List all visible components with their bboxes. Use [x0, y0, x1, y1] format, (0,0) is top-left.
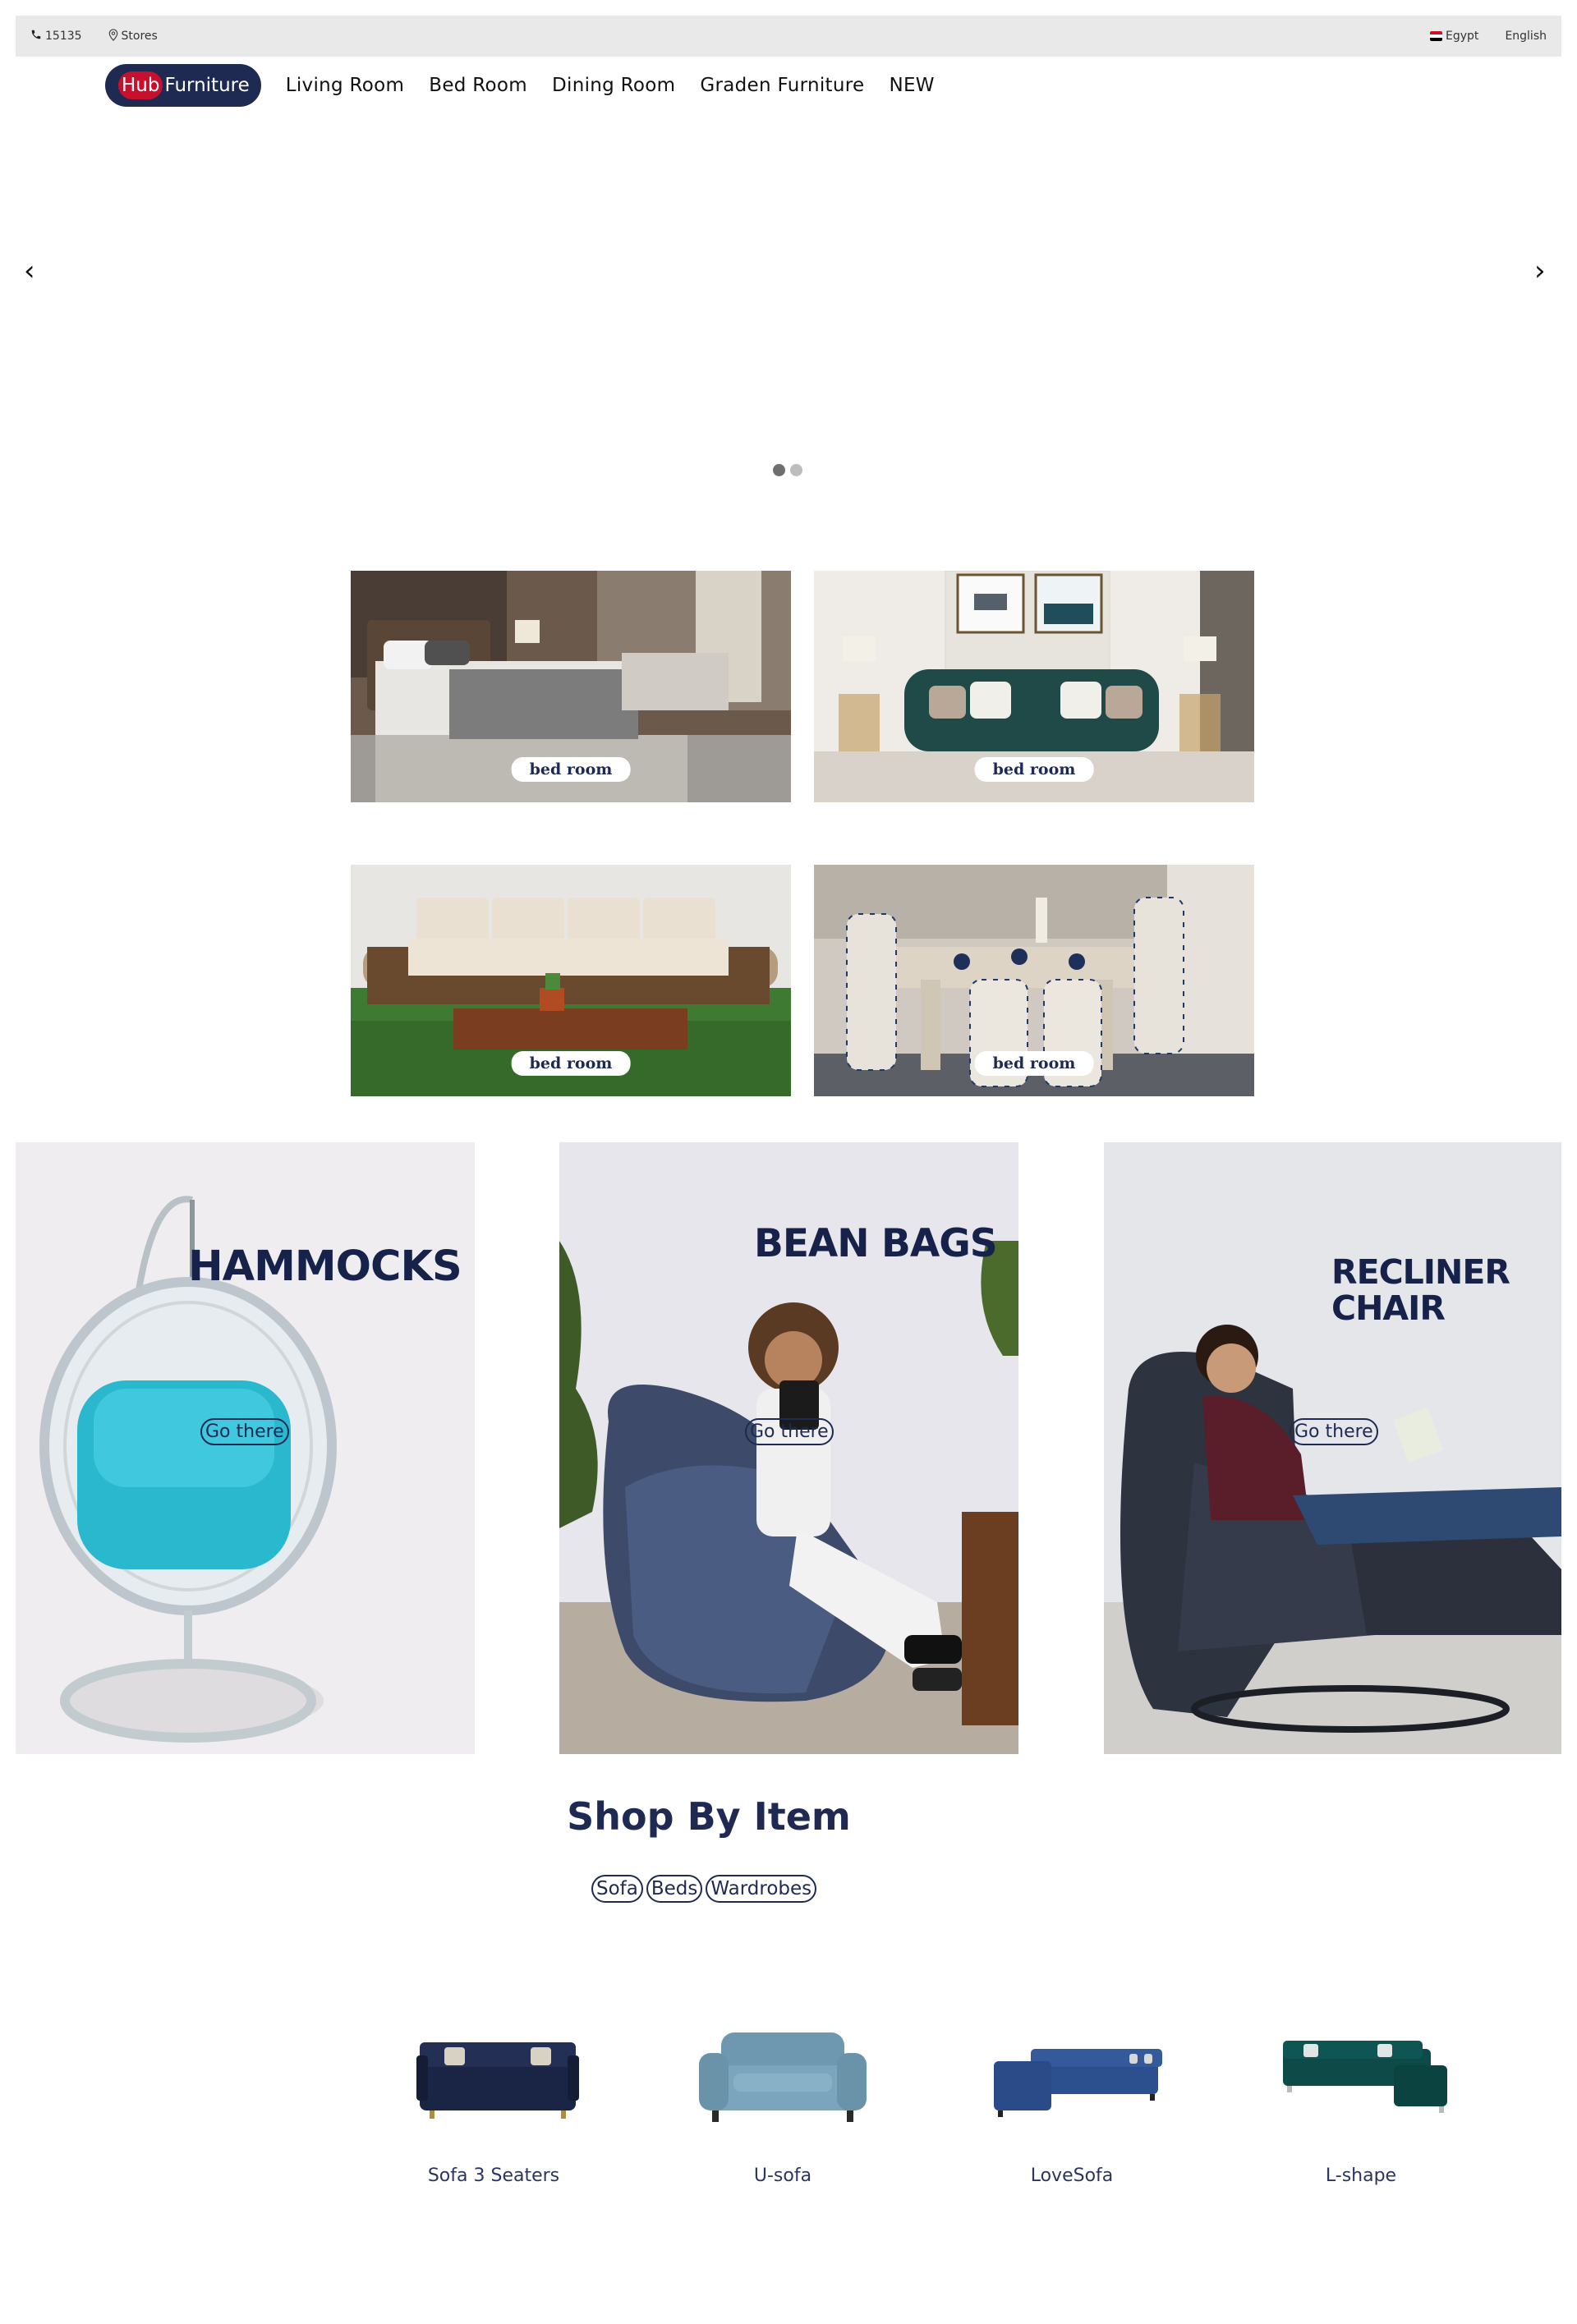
go-there-button[interactable]: Go there	[1290, 1418, 1378, 1445]
location-pin-icon	[108, 28, 118, 44]
slider-dots	[773, 464, 802, 476]
top-bar-right: Egypt English	[1430, 30, 1547, 43]
logo-furniture-text: Furniture	[164, 75, 250, 96]
product-card[interactable]: Sofa 3 Seaters	[349, 1983, 638, 2186]
category-label: bed room	[974, 757, 1094, 782]
phone-icon	[30, 29, 42, 44]
category-tile-dining[interactable]: bed room	[814, 865, 1254, 1096]
slider-dot-1[interactable]	[773, 464, 785, 476]
promo-title-line-1: RECLINER	[1331, 1252, 1510, 1292]
main-nav: Hub Furniture Living Room Bed Room Dinin…	[105, 63, 935, 108]
egypt-flag-icon	[1430, 31, 1443, 41]
promo-hammocks[interactable]: HAMMOCKS Go there	[16, 1142, 475, 1754]
nav-link-dining-room[interactable]: Dining Room	[552, 75, 675, 96]
promo-recliner[interactable]: RECLINER CHAIR Go there	[1104, 1142, 1561, 1754]
country-label: Egypt	[1446, 30, 1479, 43]
nav-link-new[interactable]: NEW	[889, 75, 934, 96]
hero-slider	[16, 123, 1561, 493]
promo-title-line-2: CHAIR	[1331, 1288, 1446, 1328]
stores-link[interactable]: Stores	[108, 28, 158, 44]
promo-bean-bags[interactable]: BEAN BAGS Go there	[559, 1142, 1018, 1754]
product-card[interactable]: LoveSofa	[927, 1983, 1216, 2186]
shop-by-item-heading: Shop By Item	[567, 1794, 851, 1839]
category-label: bed room	[511, 757, 631, 782]
l-shape-sofa-image	[1283, 2041, 1447, 2113]
phone-number: 15135	[45, 30, 82, 43]
top-bar-left: 15135 Stores	[30, 28, 158, 44]
category-label: bed room	[511, 1051, 631, 1076]
nav-link-garden-furniture[interactable]: Graden Furniture	[700, 75, 864, 96]
nav-link-living-room[interactable]: Living Room	[286, 75, 405, 96]
phone-link[interactable]: 15135	[30, 29, 82, 44]
slider-next-arrow-icon[interactable]: ›	[1534, 255, 1546, 287]
product-card[interactable]: L-shape	[1216, 1983, 1506, 2186]
nav-link-bed-room[interactable]: Bed Room	[429, 75, 527, 96]
love-sofa-image	[994, 2049, 1162, 2117]
language-label: English	[1505, 30, 1547, 43]
slider-dot-2[interactable]	[790, 464, 802, 476]
stores-label: Stores	[121, 30, 158, 43]
product-name: L-shape	[1325, 2166, 1397, 2186]
category-tile-bedroom[interactable]: bed room	[351, 571, 791, 802]
logo-hub-text: Hub	[118, 71, 163, 99]
go-there-button[interactable]: Go there	[200, 1418, 289, 1445]
country-selector[interactable]: Egypt	[1430, 30, 1478, 43]
product-list: Sofa 3 Seaters U-sofa LoveSofa L-shape	[349, 1983, 1506, 2186]
product-name: LoveSofa	[1030, 2166, 1114, 2186]
product-card[interactable]: U-sofa	[638, 1983, 927, 2186]
hammock-chair-image	[16, 1142, 475, 1754]
sofa-3-seaters-image	[416, 2042, 579, 2119]
top-bar: 15135 Stores Egypt English	[16, 16, 1561, 57]
promo-title: HAMMOCKS	[188, 1242, 462, 1291]
item-filter-chips: Sofa Beds Wardrobes	[591, 1875, 817, 1903]
u-sofa-image	[699, 2032, 867, 2122]
product-name: U-sofa	[753, 2166, 812, 2186]
language-selector[interactable]: English	[1505, 30, 1547, 43]
slider-prev-arrow-icon[interactable]: ‹	[24, 255, 35, 287]
chip-wardrobes[interactable]: Wardrobes	[706, 1875, 817, 1903]
category-label: bed room	[974, 1051, 1094, 1076]
chip-sofa[interactable]: Sofa	[591, 1875, 643, 1903]
category-tile-garden[interactable]: bed room	[351, 865, 791, 1096]
site-logo[interactable]: Hub Furniture	[105, 64, 261, 107]
promo-title: BEAN BAGS	[754, 1221, 998, 1266]
chip-beds[interactable]: Beds	[646, 1875, 703, 1903]
product-name: Sofa 3 Seaters	[427, 2166, 560, 2186]
category-tile-living-room[interactable]: bed room	[814, 571, 1254, 802]
go-there-button[interactable]: Go there	[745, 1418, 834, 1445]
recliner-chair-image	[1104, 1142, 1561, 1754]
